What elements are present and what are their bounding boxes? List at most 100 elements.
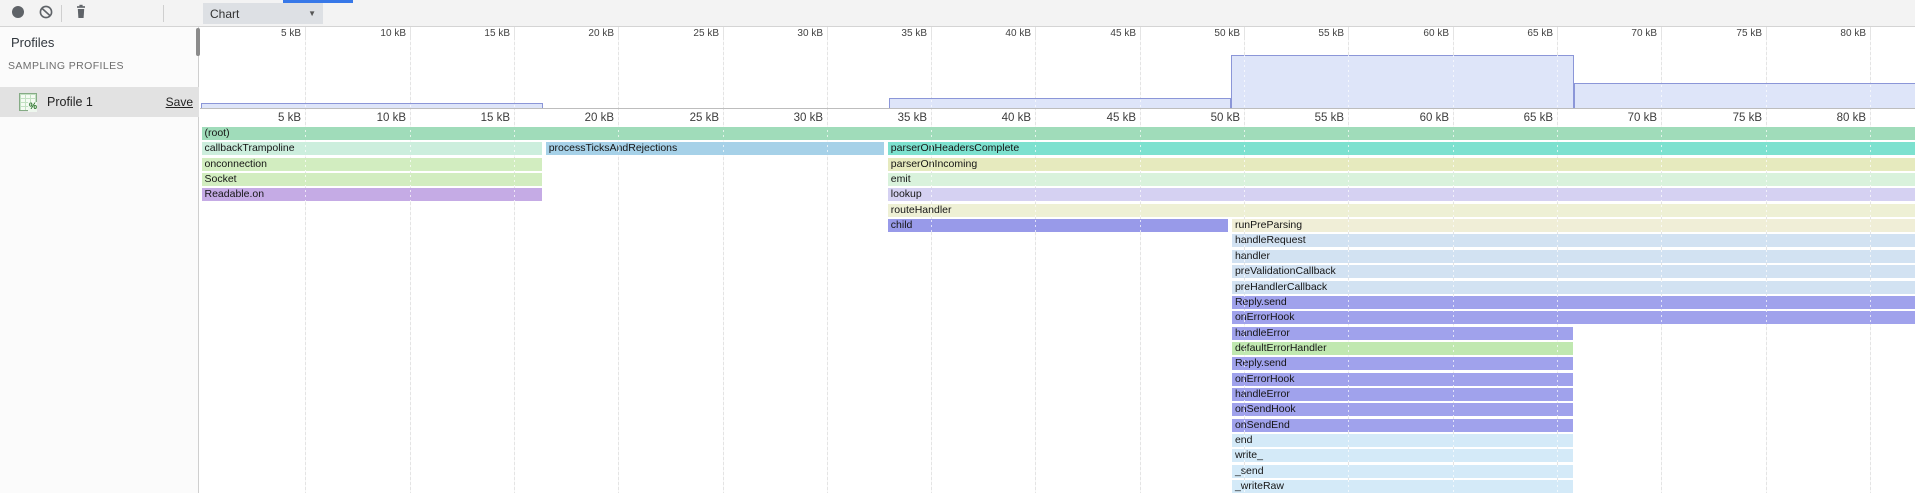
gridline-dotted-overlay <box>1453 40 1454 493</box>
flame-bar-label: processTicksAndRejections <box>546 142 678 154</box>
flame-bar-label: handleRequest <box>1232 234 1306 246</box>
flame-bar-label: parserOnIncoming <box>888 158 977 170</box>
gridline-dotted-overlay <box>1557 40 1558 493</box>
overview-ruler-tick-label: 15 kB <box>451 28 510 39</box>
flame-bar-label: Reply.send <box>1232 357 1287 369</box>
memory-profiler-app: Chart ▼ Profiles SAMPLING PROFILES % Pro… <box>0 0 1915 493</box>
flame-bar-label: preHandlerCallback <box>1232 281 1327 293</box>
flame-bar[interactable]: onErrorHook <box>1232 311 1915 324</box>
flame-bar[interactable]: handleError <box>1232 327 1573 340</box>
overview-ruler-tick-label: 25 kB <box>660 28 719 39</box>
gridline-dotted-overlay <box>931 40 932 493</box>
flame-bar[interactable]: Socket <box>202 173 543 186</box>
flame-bar[interactable]: onErrorHook <box>1232 373 1573 386</box>
flame-bar[interactable]: processTicksAndRejections <box>546 142 885 155</box>
flame-bar[interactable]: parserOnIncoming <box>888 158 1915 171</box>
overview-ruler-tick-label: 50 kB <box>1181 28 1240 39</box>
record-button[interactable] <box>5 0 31 26</box>
main-ruler-tick-label: 75 kB <box>1696 112 1762 124</box>
flame-bar[interactable]: Reply.send <box>1232 296 1915 309</box>
flame-bar[interactable]: emit <box>888 173 1915 186</box>
flame-bar[interactable]: Reply.send <box>1232 357 1573 370</box>
profile-icon-badge: % <box>28 102 37 112</box>
chart-view-select-label: Chart <box>210 7 239 21</box>
flame-bar-label: child <box>888 219 913 231</box>
overview-ruler-tick-label: 65 kB <box>1494 28 1553 39</box>
main-ruler-tick-label: 10 kB <box>340 112 406 124</box>
save-link[interactable]: Save <box>166 95 193 109</box>
profile-icon: % <box>19 93 37 111</box>
overview-step <box>1574 83 1915 108</box>
overview-ruler-tick-label: 40 kB <box>972 28 1031 39</box>
flame-bar[interactable]: Readable.on <box>202 188 543 201</box>
main-ruler-tick-label: 45 kB <box>1070 112 1136 124</box>
overview-ruler-tick-label: 30 kB <box>764 28 823 39</box>
flame-bar[interactable]: _send <box>1232 465 1573 478</box>
gridline-dotted-overlay <box>723 40 724 493</box>
vertical-scrollbar-thumb[interactable] <box>196 28 200 56</box>
gridline-dotted-overlay <box>410 40 411 493</box>
main-ruler-tick-label: 80 kB <box>1800 112 1866 124</box>
sampling-profiles-heading: SAMPLING PROFILES <box>8 60 124 72</box>
overview-ruler-tick-label: 70 kB <box>1598 28 1657 39</box>
record-icon <box>11 5 25 22</box>
flame-bar[interactable]: _writeRaw <box>1232 480 1573 493</box>
overview-ruler-tick-label: 20 kB <box>555 28 614 39</box>
overview-ruler-tick-label: 45 kB <box>1077 28 1136 39</box>
chart-view-select[interactable]: Chart ▼ <box>203 3 323 24</box>
flame-chart-panel: 5 kB10 kB15 kB20 kB25 kB30 kB35 kB40 kB4… <box>200 27 1915 493</box>
flame-bar[interactable]: handleError <box>1232 388 1573 401</box>
flame-bar-label: onSendHook <box>1232 403 1296 415</box>
gridline-dotted-overlay <box>305 40 306 493</box>
flame-bar[interactable]: preHandlerCallback <box>1232 281 1915 294</box>
flame-bar-label: emit <box>888 173 911 185</box>
flame-bar[interactable]: preValidationCallback <box>1232 265 1915 278</box>
flame-bar-label: preValidationCallback <box>1232 265 1336 277</box>
profile-item[interactable]: % Profile 1 Save <box>0 87 199 117</box>
flame-bar[interactable]: onconnection <box>202 158 543 171</box>
overview-step <box>889 98 1231 108</box>
sidebar-title: Profiles <box>11 35 54 50</box>
flame-bar-label: onconnection <box>202 158 267 170</box>
flame-bar[interactable]: handleRequest <box>1232 234 1915 247</box>
main-ruler-tick-label: 20 kB <box>548 112 614 124</box>
toolbar-separator <box>61 5 62 22</box>
delete-profile-button[interactable] <box>68 0 94 26</box>
gridline-dotted-overlay <box>1661 40 1662 493</box>
flame-bar[interactable]: handler <box>1232 250 1915 263</box>
flame-chart: (root) callbackTrampoline processTicksAndR… <box>200 127 1915 493</box>
flame-bar-label: _send <box>1232 465 1264 477</box>
flame-bar[interactable]: parserOnHeadersComplete <box>888 142 1915 155</box>
overview-graph[interactable] <box>200 40 1915 108</box>
overview-ruler-tick-label: 55 kB <box>1285 28 1344 39</box>
main-ruler-tick-label: 65 kB <box>1487 112 1553 124</box>
main-ruler-tick-label: 60 kB <box>1383 112 1449 124</box>
flame-bar-label: parserOnHeadersComplete <box>888 142 1019 154</box>
flame-bar[interactable]: onSendEnd <box>1232 419 1573 432</box>
flame-bar[interactable]: onSendHook <box>1232 403 1573 416</box>
flame-bar-label: callbackTrampoline <box>202 142 295 154</box>
main-ruler-tick-label: 50 kB <box>1174 112 1240 124</box>
flame-bar[interactable]: defaultErrorHandler <box>1232 342 1573 355</box>
flame-bar[interactable]: lookup <box>888 188 1915 201</box>
main-ruler-tick-label: 5 kB <box>235 112 301 124</box>
flame-bar-label: lookup <box>888 188 922 200</box>
gridline-dotted-overlay <box>618 40 619 493</box>
gridline-dotted-overlay <box>827 40 828 493</box>
clear-all-button[interactable] <box>33 0 59 26</box>
main-ruler-tick-label: 30 kB <box>757 112 823 124</box>
flame-bar-label: runPreParsing <box>1232 219 1302 231</box>
flame-bar[interactable]: callbackTrampoline <box>202 142 543 155</box>
gridline-dotted-overlay <box>1244 40 1245 493</box>
flame-bar[interactable]: runPreParsing <box>1232 219 1915 232</box>
profile-name: Profile 1 <box>47 95 93 109</box>
flame-bar-label: handler <box>1232 250 1270 262</box>
flame-bar[interactable]: (root) <box>202 127 1915 140</box>
main-ruler: 5 kB10 kB15 kB20 kB25 kB30 kB35 kB40 kB4… <box>200 108 1915 127</box>
flame-bar[interactable]: child <box>888 219 1229 232</box>
flame-bar[interactable]: routeHandler <box>888 204 1915 217</box>
flame-bar-label: Readable.on <box>202 188 265 200</box>
flame-bar-label: Socket <box>202 173 237 185</box>
flame-bar[interactable]: write_ <box>1232 449 1573 462</box>
flame-bar[interactable]: end <box>1232 434 1573 447</box>
